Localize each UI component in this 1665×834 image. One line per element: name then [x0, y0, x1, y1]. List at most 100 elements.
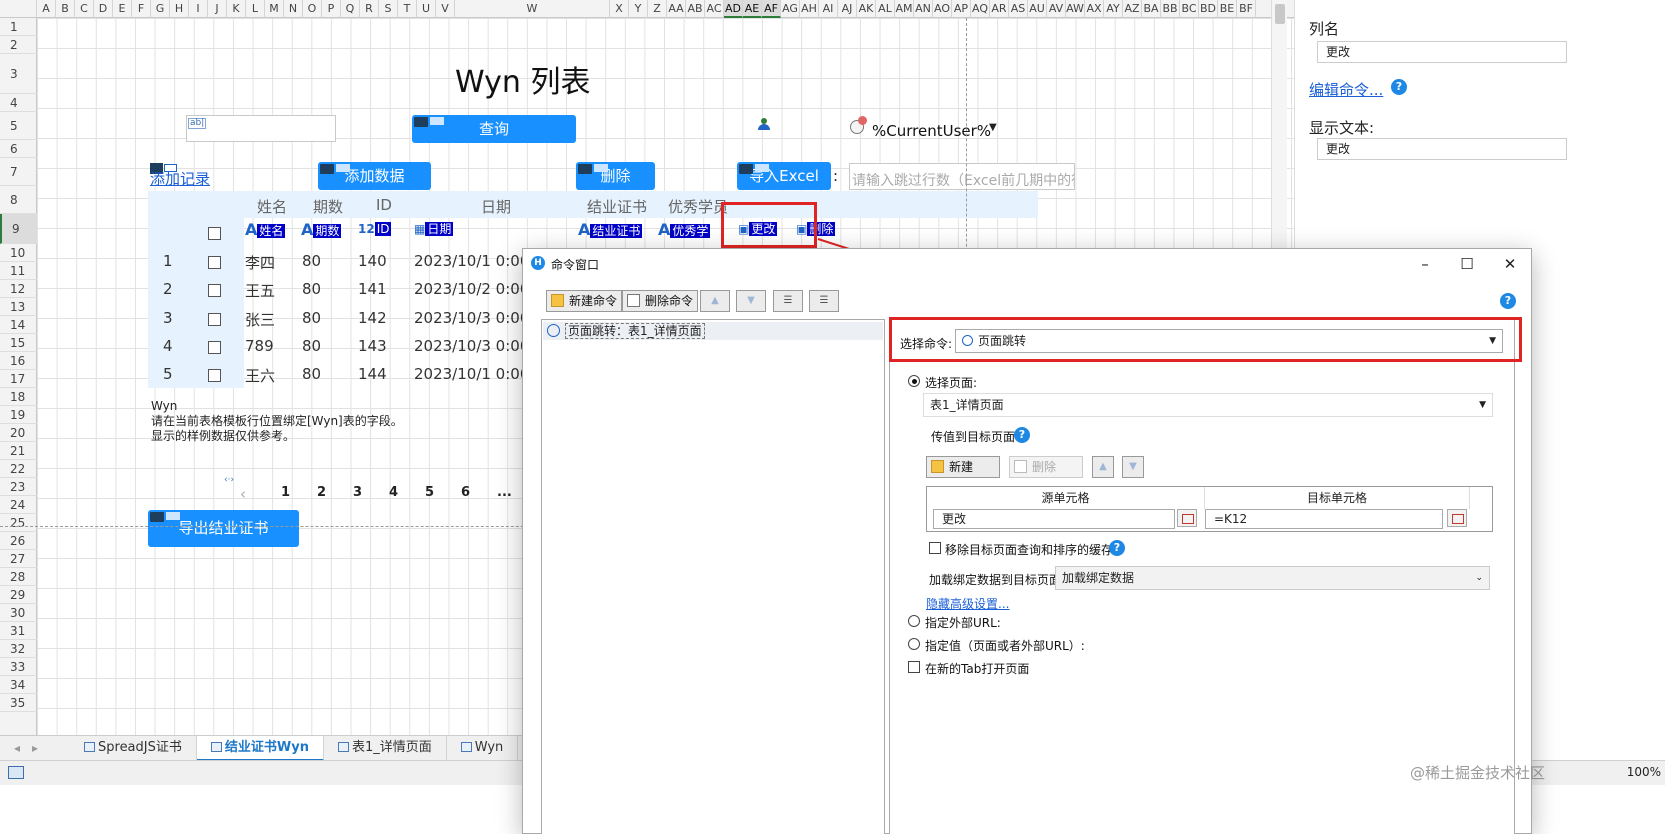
- edit-command-link[interactable]: 编辑命令...: [1309, 79, 1383, 100]
- add-data-button[interactable]: 添加数据: [318, 162, 431, 190]
- column-header[interactable]: AM: [895, 0, 914, 18]
- column-header[interactable]: Y: [629, 0, 648, 18]
- column-header[interactable]: AO: [933, 0, 952, 18]
- column-header[interactable]: H: [170, 0, 189, 18]
- row-header[interactable]: 4: [0, 94, 37, 112]
- column-header[interactable]: L: [246, 0, 265, 18]
- column-name-field[interactable]: 更改: [1317, 41, 1567, 63]
- column-header[interactable]: P: [322, 0, 341, 18]
- column-header[interactable]: AE: [743, 0, 762, 18]
- binding-period-tag[interactable]: 期数: [313, 224, 342, 238]
- column-header[interactable]: O: [303, 0, 322, 18]
- delete-button[interactable]: 删除: [576, 162, 655, 190]
- outdent-icon[interactable]: ☰: [809, 290, 839, 312]
- column-header[interactable]: G: [151, 0, 170, 18]
- row-checkbox[interactable]: [208, 369, 221, 383]
- row-header[interactable]: 26: [0, 532, 37, 550]
- query-button[interactable]: 查询: [412, 115, 576, 143]
- row-checkbox[interactable]: [208, 256, 221, 269]
- row-header[interactable]: 35: [0, 694, 37, 712]
- dialog-titlebar[interactable]: H 命令窗口 – ☐ ✕: [523, 249, 1531, 279]
- column-header[interactable]: AS: [1009, 0, 1028, 18]
- page-number[interactable]: 3: [353, 485, 362, 500]
- column-header[interactable]: AU: [1028, 0, 1047, 18]
- page-number[interactable]: 6: [461, 485, 470, 500]
- row-header[interactable]: 34: [0, 676, 37, 694]
- column-header[interactable]: AB: [686, 0, 705, 18]
- column-header[interactable]: M: [265, 0, 284, 18]
- column-header[interactable]: W: [455, 0, 610, 18]
- binding-name-tag[interactable]: 姓名: [257, 224, 286, 238]
- column-header[interactable]: AW: [1066, 0, 1085, 18]
- column-header[interactable]: AG: [781, 0, 800, 18]
- row-header[interactable]: 20: [0, 424, 37, 442]
- column-header[interactable]: AR: [990, 0, 1009, 18]
- binding-date-tag[interactable]: 日期: [425, 222, 454, 236]
- close-icon[interactable]: ✕: [1498, 253, 1522, 275]
- new-tab-checkbox[interactable]: [908, 661, 920, 673]
- maximize-icon[interactable]: ☐: [1455, 253, 1479, 275]
- corner-cell[interactable]: [0, 0, 37, 18]
- sheet-view-icon[interactable]: [8, 766, 24, 779]
- column-header[interactable]: AV: [1047, 0, 1066, 18]
- column-header[interactable]: Z: [648, 0, 667, 18]
- column-header[interactable]: AZ: [1123, 0, 1142, 18]
- sheet-tab[interactable]: Wyn: [447, 735, 519, 761]
- source-cell-field[interactable]: 更改: [933, 509, 1175, 529]
- row-header[interactable]: 23: [0, 478, 37, 496]
- column-header[interactable]: AP: [952, 0, 971, 18]
- row-header[interactable]: 25: [0, 514, 37, 532]
- row-checkbox[interactable]: [208, 312, 221, 326]
- column-header[interactable]: AA: [667, 0, 686, 18]
- column-header[interactable]: A: [37, 0, 56, 18]
- row-header[interactable]: 7: [0, 158, 37, 186]
- row-header[interactable]: 8: [0, 186, 37, 214]
- column-header[interactable]: V: [436, 0, 455, 18]
- search-textbox[interactable]: ab|: [186, 115, 336, 142]
- new-command-button[interactable]: 新建命令: [546, 290, 623, 312]
- column-header[interactable]: AN: [914, 0, 933, 18]
- row-header[interactable]: 9: [0, 214, 37, 244]
- row-header[interactable]: 32: [0, 640, 37, 658]
- column-header[interactable]: AI: [819, 0, 838, 18]
- export-certificate-button[interactable]: 导出结业证书: [148, 510, 299, 547]
- row-header[interactable]: 10: [0, 244, 37, 262]
- page-number[interactable]: 5: [425, 485, 434, 500]
- sheet-tab[interactable]: 表1_详情页面: [324, 735, 447, 761]
- sheet-tab[interactable]: SpreadJS证书: [70, 735, 197, 761]
- hide-advanced-link[interactable]: 隐藏高级设置...: [926, 595, 1009, 612]
- tab-nav-arrows-icon[interactable]: ◂▸: [0, 741, 70, 755]
- column-header[interactable]: AY: [1104, 0, 1123, 18]
- column-header[interactable]: BD: [1199, 0, 1218, 18]
- row-header[interactable]: 29: [0, 586, 37, 604]
- column-header[interactable]: AJ: [838, 0, 857, 18]
- row-checkbox[interactable]: [208, 340, 221, 354]
- binding-id-tag[interactable]: ID: [374, 222, 392, 236]
- move-down-icon[interactable]: ▼: [736, 290, 766, 312]
- command-list[interactable]: 页面跳转：表1_详情页面: [541, 319, 885, 834]
- column-header[interactable]: AX: [1085, 0, 1104, 18]
- page-number[interactable]: ...: [497, 485, 512, 500]
- row-header[interactable]: 30: [0, 604, 37, 622]
- select-page-dropdown[interactable]: 表1_详情页面 ▼: [923, 393, 1493, 417]
- page-number[interactable]: 1: [281, 485, 290, 500]
- column-header[interactable]: BA: [1142, 0, 1161, 18]
- row-header[interactable]: 6: [0, 140, 37, 158]
- specified-value-radio[interactable]: [908, 638, 920, 650]
- row-header[interactable]: 3: [0, 54, 37, 94]
- skip-rows-input[interactable]: 请输入跳过行数（Excel前几期中的行: [849, 163, 1075, 190]
- row-header[interactable]: 16: [0, 352, 37, 370]
- select-page-radio[interactable]: [908, 375, 920, 387]
- column-header[interactable]: AF: [762, 0, 781, 18]
- row-header[interactable]: 21: [0, 442, 37, 460]
- help-icon[interactable]: ?: [1014, 427, 1030, 443]
- row-header[interactable]: 31: [0, 622, 37, 640]
- command-list-item[interactable]: 页面跳转：表1_详情页面: [543, 322, 883, 340]
- page-number[interactable]: 2: [317, 485, 326, 500]
- column-header[interactable]: S: [379, 0, 398, 18]
- column-header[interactable]: J: [208, 0, 227, 18]
- indent-icon[interactable]: ☰: [773, 290, 803, 312]
- row-header[interactable]: 13: [0, 298, 37, 316]
- row-header[interactable]: 33: [0, 658, 37, 676]
- row-header[interactable]: 22: [0, 460, 37, 478]
